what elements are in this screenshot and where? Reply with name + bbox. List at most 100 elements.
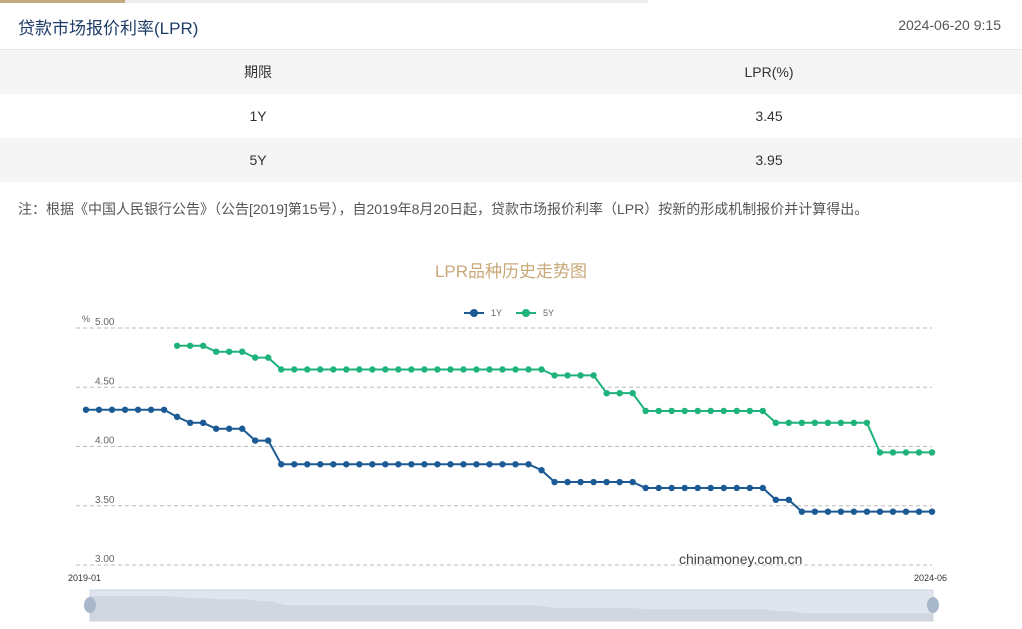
data-point-1Y[interactable]	[212, 425, 220, 432]
data-point-5Y[interactable]	[395, 366, 402, 373]
data-point-5Y[interactable]	[798, 419, 806, 426]
data-point-1Y[interactable]	[733, 484, 740, 492]
data-point-5Y[interactable]	[642, 407, 649, 415]
data-point-1Y[interactable]	[134, 406, 142, 413]
data-point-1Y[interactable]	[473, 461, 480, 468]
data-point-1Y[interactable]	[785, 496, 793, 504]
data-point-1Y[interactable]	[876, 508, 884, 515]
data-point-1Y[interactable]	[382, 461, 389, 468]
data-point-1Y[interactable]	[772, 496, 780, 504]
data-point-1Y[interactable]	[863, 508, 871, 515]
data-point-5Y[interactable]	[785, 419, 793, 426]
data-point-5Y[interactable]	[681, 407, 688, 415]
data-point-5Y[interactable]	[252, 354, 259, 361]
data-point-5Y[interactable]	[733, 407, 740, 415]
data-point-5Y[interactable]	[173, 342, 181, 349]
data-point-1Y[interactable]	[486, 461, 493, 468]
data-point-5Y[interactable]	[616, 389, 623, 397]
data-point-1Y[interactable]	[356, 461, 363, 468]
data-point-1Y[interactable]	[629, 478, 636, 486]
data-point-5Y[interactable]	[928, 449, 936, 456]
data-point-1Y[interactable]	[837, 508, 845, 515]
legend-marker-1Y[interactable]	[470, 309, 478, 317]
data-point-1Y[interactable]	[199, 419, 207, 426]
data-point-1Y[interactable]	[499, 461, 506, 468]
data-point-5Y[interactable]	[486, 366, 493, 373]
data-point-5Y[interactable]	[447, 366, 454, 373]
data-point-5Y[interactable]	[811, 419, 819, 426]
data-point-5Y[interactable]	[186, 342, 194, 349]
data-point-5Y[interactable]	[577, 372, 584, 379]
data-point-1Y[interactable]	[707, 484, 714, 492]
data-point-5Y[interactable]	[212, 348, 220, 355]
data-point-5Y[interactable]	[343, 366, 350, 373]
data-point-1Y[interactable]	[577, 478, 584, 486]
data-point-1Y[interactable]	[811, 508, 819, 515]
data-point-5Y[interactable]	[238, 348, 246, 355]
data-point-5Y[interactable]	[199, 342, 207, 349]
data-point-5Y[interactable]	[473, 366, 480, 373]
data-point-1Y[interactable]	[616, 478, 623, 486]
data-point-5Y[interactable]	[590, 372, 597, 379]
data-point-1Y[interactable]	[642, 484, 649, 492]
data-point-1Y[interactable]	[447, 461, 454, 468]
data-point-1Y[interactable]	[82, 406, 90, 413]
data-point-5Y[interactable]	[824, 419, 832, 426]
data-point-1Y[interactable]	[798, 508, 806, 515]
data-point-5Y[interactable]	[434, 366, 441, 373]
data-point-5Y[interactable]	[421, 366, 428, 373]
data-point-1Y[interactable]	[759, 484, 766, 492]
data-point-5Y[interactable]	[525, 366, 532, 373]
data-point-1Y[interactable]	[746, 484, 753, 492]
data-point-1Y[interactable]	[160, 406, 168, 413]
data-point-1Y[interactable]	[304, 461, 311, 468]
data-point-1Y[interactable]	[186, 419, 194, 426]
data-point-1Y[interactable]	[395, 461, 402, 468]
data-point-5Y[interactable]	[629, 389, 636, 397]
data-point-1Y[interactable]	[173, 413, 181, 421]
data-point-1Y[interactable]	[720, 484, 727, 492]
data-point-5Y[interactable]	[876, 449, 884, 456]
data-point-1Y[interactable]	[95, 406, 103, 413]
data-point-5Y[interactable]	[707, 407, 714, 415]
data-point-1Y[interactable]	[564, 478, 571, 486]
data-point-5Y[interactable]	[291, 366, 298, 373]
data-point-5Y[interactable]	[720, 407, 727, 415]
legend-marker-5Y[interactable]	[522, 309, 530, 317]
data-point-5Y[interactable]	[850, 419, 858, 426]
data-point-1Y[interactable]	[121, 406, 129, 413]
data-point-1Y[interactable]	[928, 508, 936, 515]
data-point-1Y[interactable]	[147, 406, 155, 413]
data-point-1Y[interactable]	[538, 467, 545, 474]
data-point-5Y[interactable]	[512, 366, 519, 373]
data-point-5Y[interactable]	[499, 366, 506, 373]
data-point-5Y[interactable]	[915, 449, 923, 456]
data-point-1Y[interactable]	[330, 461, 337, 468]
data-point-5Y[interactable]	[759, 407, 766, 415]
data-point-5Y[interactable]	[863, 419, 871, 426]
data-point-1Y[interactable]	[291, 461, 298, 468]
slider-handle-right[interactable]	[927, 597, 939, 613]
data-point-1Y[interactable]	[408, 461, 415, 468]
data-point-5Y[interactable]	[902, 449, 910, 456]
data-point-5Y[interactable]	[889, 449, 897, 456]
data-point-1Y[interactable]	[265, 437, 272, 444]
data-point-5Y[interactable]	[668, 407, 675, 415]
data-point-1Y[interactable]	[902, 508, 910, 515]
data-point-5Y[interactable]	[551, 372, 558, 379]
data-point-1Y[interactable]	[668, 484, 675, 492]
data-point-5Y[interactable]	[694, 407, 701, 415]
data-point-1Y[interactable]	[278, 461, 285, 468]
data-point-5Y[interactable]	[837, 419, 845, 426]
data-point-1Y[interactable]	[824, 508, 832, 515]
data-point-1Y[interactable]	[434, 461, 441, 468]
data-point-1Y[interactable]	[512, 461, 519, 468]
data-point-1Y[interactable]	[525, 461, 532, 468]
data-point-1Y[interactable]	[317, 461, 324, 468]
data-point-1Y[interactable]	[460, 461, 467, 468]
data-point-1Y[interactable]	[694, 484, 701, 492]
data-point-5Y[interactable]	[603, 389, 610, 397]
data-point-5Y[interactable]	[772, 419, 780, 426]
data-point-5Y[interactable]	[655, 407, 662, 415]
data-point-5Y[interactable]	[330, 366, 337, 373]
